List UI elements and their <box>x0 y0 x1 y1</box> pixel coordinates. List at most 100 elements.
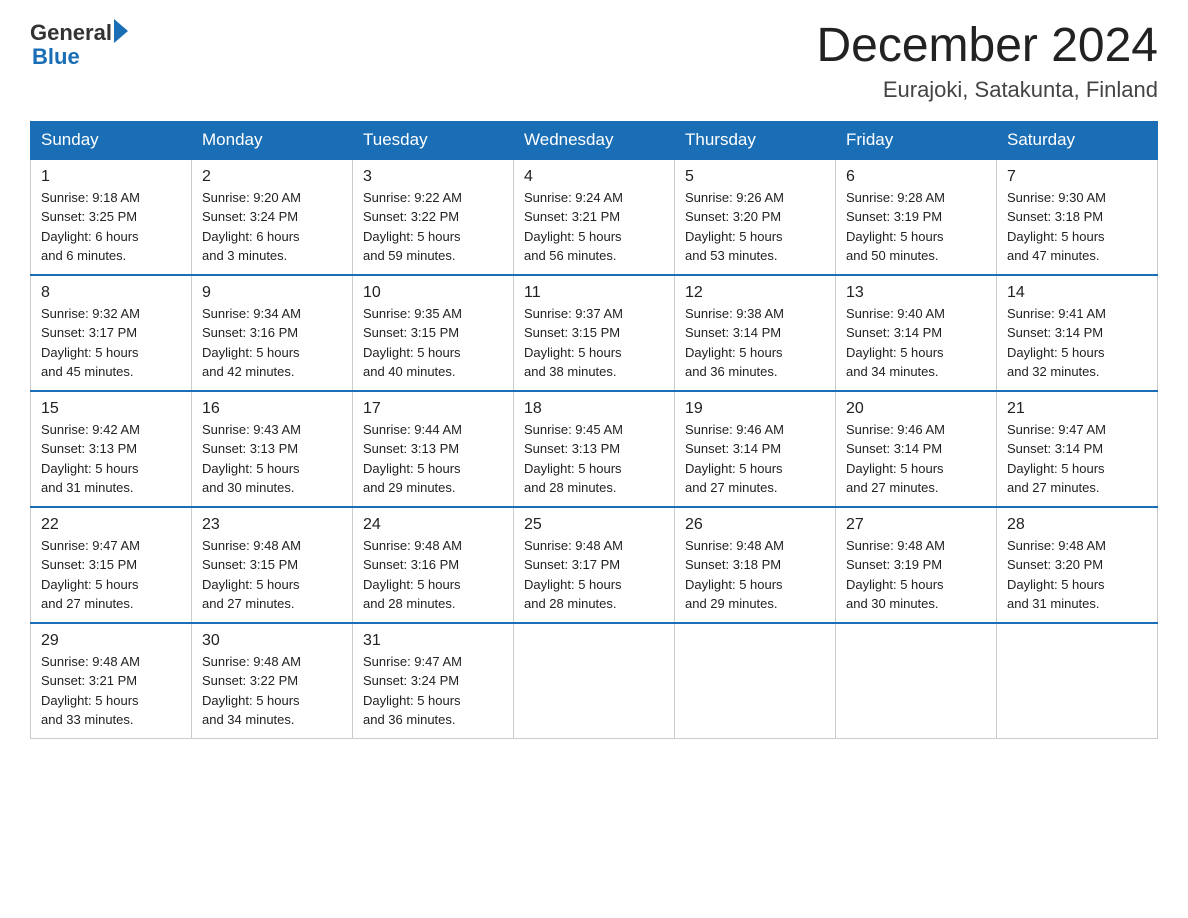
calendar-table: SundayMondayTuesdayWednesdayThursdayFrid… <box>30 121 1158 739</box>
day-number: 6 <box>846 168 986 186</box>
day-info: Sunrise: 9:18 AMSunset: 3:25 PMDaylight:… <box>41 188 181 266</box>
day-info: Sunrise: 9:48 AMSunset: 3:16 PMDaylight:… <box>363 536 503 614</box>
calendar-cell: 20 Sunrise: 9:46 AMSunset: 3:14 PMDayligh… <box>836 391 997 507</box>
calendar-cell <box>836 623 997 739</box>
calendar-cell: 29 Sunrise: 9:48 AMSunset: 3:21 PMDayligh… <box>31 623 192 739</box>
day-info: Sunrise: 9:48 AMSunset: 3:17 PMDaylight:… <box>524 536 664 614</box>
day-number: 16 <box>202 400 342 418</box>
day-number: 29 <box>41 632 181 650</box>
day-number: 28 <box>1007 516 1147 534</box>
col-header-monday: Monday <box>192 121 353 159</box>
day-info: Sunrise: 9:48 AMSunset: 3:21 PMDaylight:… <box>41 652 181 730</box>
calendar-week-row: 8 Sunrise: 9:32 AMSunset: 3:17 PMDaylight… <box>31 275 1158 391</box>
day-info: Sunrise: 9:48 AMSunset: 3:15 PMDaylight:… <box>202 536 342 614</box>
day-info: Sunrise: 9:24 AMSunset: 3:21 PMDaylight:… <box>524 188 664 266</box>
day-number: 8 <box>41 284 181 302</box>
calendar-cell: 17 Sunrise: 9:44 AMSunset: 3:13 PMDayligh… <box>353 391 514 507</box>
calendar-cell: 10 Sunrise: 9:35 AMSunset: 3:15 PMDayligh… <box>353 275 514 391</box>
day-info: Sunrise: 9:48 AMSunset: 3:22 PMDaylight:… <box>202 652 342 730</box>
calendar-cell: 24 Sunrise: 9:48 AMSunset: 3:16 PMDayligh… <box>353 507 514 623</box>
calendar-cell: 16 Sunrise: 9:43 AMSunset: 3:13 PMDayligh… <box>192 391 353 507</box>
day-number: 24 <box>363 516 503 534</box>
col-header-saturday: Saturday <box>997 121 1158 159</box>
day-info: Sunrise: 9:46 AMSunset: 3:14 PMDaylight:… <box>846 420 986 498</box>
day-number: 10 <box>363 284 503 302</box>
day-info: Sunrise: 9:47 AMSunset: 3:14 PMDaylight:… <box>1007 420 1147 498</box>
day-number: 19 <box>685 400 825 418</box>
calendar-cell: 12 Sunrise: 9:38 AMSunset: 3:14 PMDayligh… <box>675 275 836 391</box>
calendar-cell: 5 Sunrise: 9:26 AMSunset: 3:20 PMDaylight… <box>675 159 836 275</box>
day-info: Sunrise: 9:46 AMSunset: 3:14 PMDaylight:… <box>685 420 825 498</box>
col-header-friday: Friday <box>836 121 997 159</box>
col-header-wednesday: Wednesday <box>514 121 675 159</box>
calendar-header-row: SundayMondayTuesdayWednesdayThursdayFrid… <box>31 121 1158 159</box>
calendar-cell: 14 Sunrise: 9:41 AMSunset: 3:14 PMDayligh… <box>997 275 1158 391</box>
calendar-week-row: 1 Sunrise: 9:18 AMSunset: 3:25 PMDaylight… <box>31 159 1158 275</box>
calendar-cell: 1 Sunrise: 9:18 AMSunset: 3:25 PMDaylight… <box>31 159 192 275</box>
day-number: 11 <box>524 284 664 302</box>
day-number: 27 <box>846 516 986 534</box>
day-info: Sunrise: 9:44 AMSunset: 3:13 PMDaylight:… <box>363 420 503 498</box>
day-info: Sunrise: 9:20 AMSunset: 3:24 PMDaylight:… <box>202 188 342 266</box>
title-area: December 2024 Eurajoki, Satakunta, Finla… <box>816 20 1158 103</box>
calendar-cell: 26Sunrise: 9:48 AMSunset: 3:18 PMDayligh… <box>675 507 836 623</box>
calendar-cell: 31Sunrise: 9:47 AMSunset: 3:24 PMDayligh… <box>353 623 514 739</box>
calendar-cell: 21 Sunrise: 9:47 AMSunset: 3:14 PMDayligh… <box>997 391 1158 507</box>
day-info: Sunrise: 9:34 AMSunset: 3:16 PMDaylight:… <box>202 304 342 382</box>
day-info: Sunrise: 9:47 AMSunset: 3:15 PMDaylight:… <box>41 536 181 614</box>
day-number: 13 <box>846 284 986 302</box>
calendar-cell: 13Sunrise: 9:40 AMSunset: 3:14 PMDayligh… <box>836 275 997 391</box>
calendar-cell: 3 Sunrise: 9:22 AMSunset: 3:22 PMDaylight… <box>353 159 514 275</box>
calendar-week-row: 22 Sunrise: 9:47 AMSunset: 3:15 PMDayligh… <box>31 507 1158 623</box>
day-number: 7 <box>1007 168 1147 186</box>
day-number: 21 <box>1007 400 1147 418</box>
day-info: Sunrise: 9:30 AMSunset: 3:18 PMDaylight:… <box>1007 188 1147 266</box>
day-info: Sunrise: 9:32 AMSunset: 3:17 PMDaylight:… <box>41 304 181 382</box>
calendar-cell <box>514 623 675 739</box>
calendar-cell: 18 Sunrise: 9:45 AMSunset: 3:13 PMDayligh… <box>514 391 675 507</box>
day-number: 2 <box>202 168 342 186</box>
day-info: Sunrise: 9:35 AMSunset: 3:15 PMDaylight:… <box>363 304 503 382</box>
col-header-tuesday: Tuesday <box>353 121 514 159</box>
day-number: 3 <box>363 168 503 186</box>
day-info: Sunrise: 9:41 AMSunset: 3:14 PMDaylight:… <box>1007 304 1147 382</box>
calendar-cell: 7 Sunrise: 9:30 AMSunset: 3:18 PMDaylight… <box>997 159 1158 275</box>
day-info: Sunrise: 9:37 AMSunset: 3:15 PMDaylight:… <box>524 304 664 382</box>
day-number: 20 <box>846 400 986 418</box>
day-number: 17 <box>363 400 503 418</box>
day-number: 9 <box>202 284 342 302</box>
day-number: 22 <box>41 516 181 534</box>
day-info: Sunrise: 9:45 AMSunset: 3:13 PMDaylight:… <box>524 420 664 498</box>
page-header: General Blue December 2024 Eurajoki, Sat… <box>30 20 1158 103</box>
day-number: 1 <box>41 168 181 186</box>
day-number: 23 <box>202 516 342 534</box>
logo: General Blue <box>30 20 128 70</box>
day-info: Sunrise: 9:38 AMSunset: 3:14 PMDaylight:… <box>685 304 825 382</box>
day-info: Sunrise: 9:47 AMSunset: 3:24 PMDaylight:… <box>363 652 503 730</box>
day-number: 4 <box>524 168 664 186</box>
calendar-cell: 15Sunrise: 9:42 AMSunset: 3:13 PMDayligh… <box>31 391 192 507</box>
calendar-week-row: 15Sunrise: 9:42 AMSunset: 3:13 PMDayligh… <box>31 391 1158 507</box>
calendar-cell: 27 Sunrise: 9:48 AMSunset: 3:19 PMDayligh… <box>836 507 997 623</box>
logo-triangle-icon <box>114 19 128 43</box>
col-header-thursday: Thursday <box>675 121 836 159</box>
logo-general-text: General <box>30 20 112 46</box>
day-number: 14 <box>1007 284 1147 302</box>
day-number: 12 <box>685 284 825 302</box>
day-info: Sunrise: 9:48 AMSunset: 3:19 PMDaylight:… <box>846 536 986 614</box>
day-number: 18 <box>524 400 664 418</box>
day-number: 5 <box>685 168 825 186</box>
calendar-cell: 4 Sunrise: 9:24 AMSunset: 3:21 PMDaylight… <box>514 159 675 275</box>
day-info: Sunrise: 9:22 AMSunset: 3:22 PMDaylight:… <box>363 188 503 266</box>
calendar-cell: 11 Sunrise: 9:37 AMSunset: 3:15 PMDayligh… <box>514 275 675 391</box>
month-title: December 2024 <box>816 20 1158 73</box>
calendar-cell: 6Sunrise: 9:28 AMSunset: 3:19 PMDaylight… <box>836 159 997 275</box>
day-info: Sunrise: 9:43 AMSunset: 3:13 PMDaylight:… <box>202 420 342 498</box>
day-number: 25 <box>524 516 664 534</box>
day-info: Sunrise: 9:26 AMSunset: 3:20 PMDaylight:… <box>685 188 825 266</box>
calendar-cell: 30Sunrise: 9:48 AMSunset: 3:22 PMDayligh… <box>192 623 353 739</box>
day-info: Sunrise: 9:48 AMSunset: 3:20 PMDaylight:… <box>1007 536 1147 614</box>
calendar-cell: 9 Sunrise: 9:34 AMSunset: 3:16 PMDaylight… <box>192 275 353 391</box>
calendar-cell: 28 Sunrise: 9:48 AMSunset: 3:20 PMDayligh… <box>997 507 1158 623</box>
calendar-cell: 8 Sunrise: 9:32 AMSunset: 3:17 PMDaylight… <box>31 275 192 391</box>
